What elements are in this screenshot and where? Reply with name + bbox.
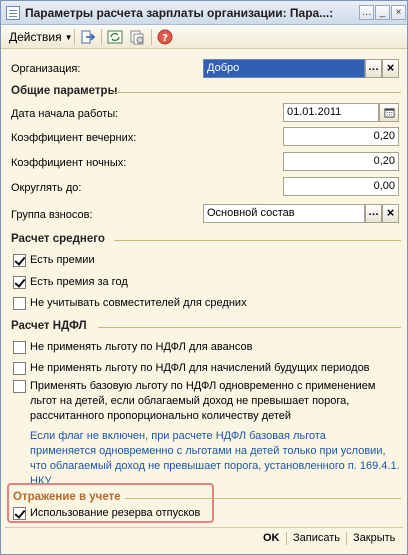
- close-window-button[interactable]: ×: [391, 5, 406, 20]
- ndfl-note-2: применяется одновременно с льготами на д…: [30, 445, 386, 457]
- start-date-label: Дата начала работы:: [11, 108, 119, 120]
- settings-window: Параметры расчета зарплаты организации: …: [0, 0, 408, 555]
- go-to-icon[interactable]: [80, 29, 96, 45]
- footer-divider: [346, 532, 347, 545]
- toolbar-divider: [74, 29, 75, 45]
- minimize-button[interactable]: _: [375, 5, 390, 20]
- group-clear-button[interactable]: ×: [382, 204, 399, 223]
- night-coef-field[interactable]: 0,20: [283, 152, 399, 171]
- ndfl-note-3: что облагаемый доход не превышает порога…: [30, 460, 400, 472]
- actions-menu-button[interactable]: Действия ▼: [5, 28, 77, 46]
- contribution-group-field[interactable]: Основной состав: [203, 204, 365, 223]
- accounting-section-header: Отражение в учете: [13, 491, 121, 503]
- close-button[interactable]: Закрыть: [353, 532, 395, 544]
- vacation-reserve-label: Использование резерва отпусков: [30, 507, 201, 519]
- ndfl-section-header: Расчет НДФЛ: [11, 320, 87, 332]
- footer-divider: [286, 532, 287, 545]
- ndfl-future-label: Не применять льготу по НДФЛ для начислен…: [30, 362, 370, 374]
- vacation-reserve-checkbox[interactable]: [13, 507, 26, 520]
- org-field[interactable]: Добро: [203, 59, 365, 78]
- ndfl-advances-label: Не применять льготу по НДФЛ для авансов: [30, 341, 253, 353]
- bonus-label: Есть премии: [30, 254, 95, 266]
- group-select-button[interactable]: …: [365, 204, 382, 223]
- form-icon: [6, 6, 20, 20]
- evening-coef-label: Коэффициент вечерних:: [11, 132, 137, 144]
- start-date-field[interactable]: 01.01.2011: [283, 103, 379, 122]
- evening-coef-field[interactable]: 0,20: [283, 127, 399, 146]
- toolbar-divider: [101, 29, 102, 45]
- exclude-combiners-label: Не учитывать совместителей для средних: [30, 297, 247, 309]
- ndfl-base-benefit-checkbox[interactable]: [13, 380, 26, 393]
- yearly-bonus-label: Есть премия за год: [30, 276, 128, 288]
- ok-button[interactable]: OK: [263, 532, 280, 544]
- ndfl-base-benefit-label-1: Применять базовую льготу по НДФЛ одновре…: [30, 380, 376, 392]
- window-title: Параметры расчета зарплаты организации: …: [25, 6, 334, 20]
- copy-icon[interactable]: [129, 29, 145, 45]
- round-label: Округлять до:: [11, 182, 82, 194]
- section-divider: [98, 327, 401, 328]
- general-section-header: Общие параметры: [11, 85, 118, 97]
- chevron-down-icon: ▼: [64, 33, 73, 42]
- ndfl-advances-checkbox[interactable]: [13, 341, 26, 354]
- toolbar-divider: [151, 29, 152, 45]
- ndfl-base-benefit-label-2: льгот на детей, если облагаемый доход не…: [30, 395, 350, 407]
- toolbar: Действия ▼ ?: [1, 25, 407, 49]
- org-label: Организация:: [11, 63, 81, 75]
- actions-label: Действия: [9, 30, 62, 44]
- section-divider: [111, 92, 401, 93]
- bonus-checkbox[interactable]: [13, 254, 26, 267]
- contribution-group-label: Группа взносов:: [11, 209, 93, 221]
- refresh-icon[interactable]: [107, 29, 123, 45]
- ndfl-note-1: Если флаг не включен, при расчете НДФЛ б…: [30, 430, 326, 442]
- svg-text:?: ?: [162, 33, 168, 44]
- org-clear-button[interactable]: ×: [382, 59, 399, 78]
- night-coef-label: Коэффициент ночных:: [11, 157, 127, 169]
- section-divider: [114, 240, 401, 241]
- exclude-combiners-checkbox[interactable]: [13, 297, 26, 310]
- title-bar: Параметры расчета зарплаты организации: …: [1, 1, 407, 25]
- calendar-icon[interactable]: [379, 103, 399, 122]
- round-field[interactable]: 0,00: [283, 177, 399, 196]
- yearly-bonus-checkbox[interactable]: [13, 276, 26, 289]
- save-button[interactable]: Записать: [293, 532, 340, 544]
- ndfl-future-checkbox[interactable]: [13, 362, 26, 375]
- section-divider: [125, 498, 401, 499]
- average-section-header: Расчет среднего: [11, 233, 105, 245]
- org-select-button[interactable]: …: [365, 59, 382, 78]
- ndfl-base-benefit-label-3: рассчитанного пропорционально количеству…: [30, 410, 292, 422]
- footer-divider: [5, 527, 403, 528]
- help-icon[interactable]: ?: [157, 29, 173, 45]
- menu-button[interactable]: …: [359, 5, 374, 20]
